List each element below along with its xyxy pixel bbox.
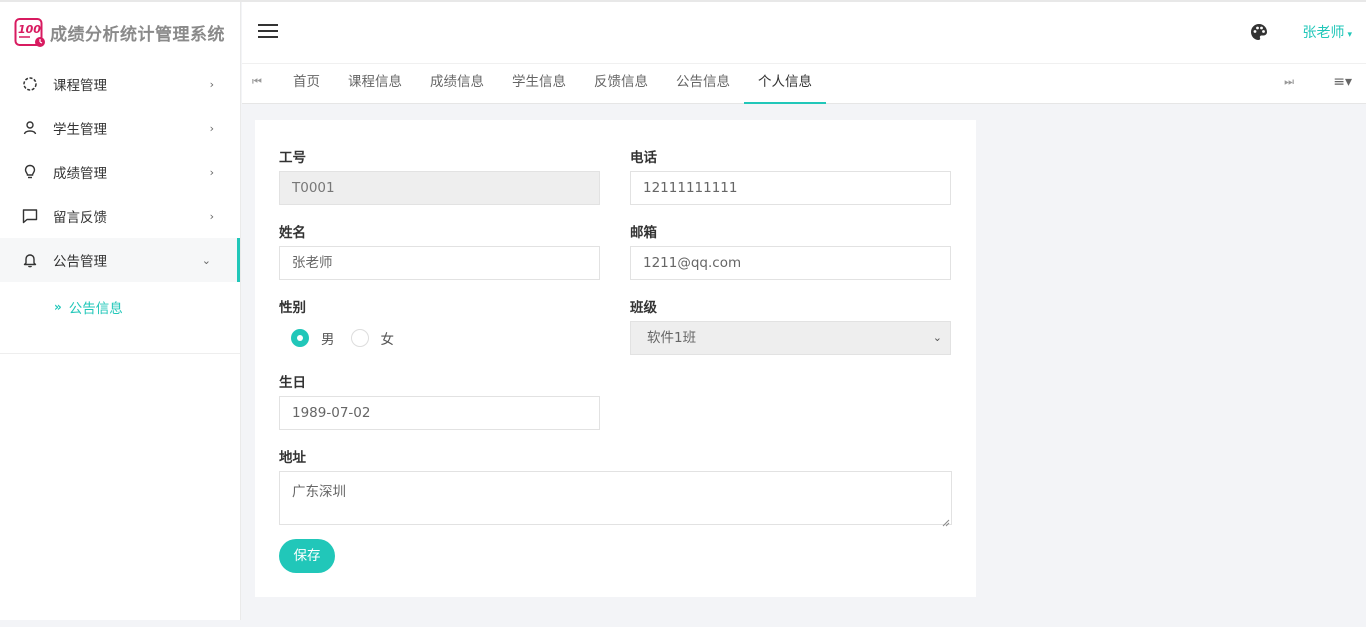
- email-label: 邮箱: [630, 225, 657, 241]
- address-textarea[interactable]: 广东深圳: [279, 471, 952, 527]
- id-input[interactable]: T0001: [279, 171, 600, 205]
- user-name: 张老师: [1302, 25, 1345, 41]
- class-select[interactable]: 软件1班 ⌄: [630, 321, 951, 355]
- chevron-right-icon: ›: [209, 165, 214, 179]
- tab-notice-info[interactable]: 公告信息: [662, 64, 744, 104]
- message-icon: [22, 208, 38, 224]
- sidebar-item-label: 课程管理: [53, 78, 107, 94]
- email-input[interactable]: 1211@qq.com: [630, 246, 951, 280]
- chevron-right-icon: ›: [209, 209, 214, 223]
- gender-radio-male[interactable]: 男: [291, 328, 335, 348]
- radio-checked-icon: [291, 329, 309, 347]
- email-field-group: 邮箱 1211@qq.com: [630, 221, 951, 280]
- save-button[interactable]: 保存: [279, 539, 335, 573]
- sidebar-item-course[interactable]: 课程管理 ›: [0, 62, 240, 106]
- phone-label: 电话: [630, 150, 657, 166]
- svg-text:100: 100: [18, 23, 41, 36]
- tab-feedback-info[interactable]: 反馈信息: [580, 64, 662, 104]
- birthday-field-group: 生日 1989-07-02: [279, 371, 600, 430]
- phone-input[interactable]: 12111111111: [630, 171, 951, 205]
- sidebar-subitem-label: 公告信息: [68, 301, 123, 317]
- gender-label: 性别: [279, 300, 306, 316]
- sidebar-item-students[interactable]: 学生管理 ›: [0, 106, 240, 150]
- tab-student-info[interactable]: 学生信息: [498, 64, 580, 104]
- birthday-label: 生日: [279, 375, 306, 391]
- tab-home[interactable]: 首页: [279, 64, 334, 104]
- chevron-right-icon: ›: [209, 77, 214, 91]
- user-menu[interactable]: 张老师 ▾: [1302, 22, 1352, 42]
- class-field-group: 班级 软件1班 ⌄: [630, 296, 951, 355]
- radio-label: 男: [321, 332, 335, 348]
- address-label: 地址: [279, 450, 306, 466]
- sidebar-item-label: 公告管理: [53, 254, 107, 270]
- address-field-group: 地址 广东深圳: [279, 446, 952, 527]
- tabs-bar: ⏮ 首页 课程信息 成绩信息 学生信息 反馈信息 公告信息 个人信息 ⏭ ≡▾: [242, 63, 1366, 104]
- user-icon: [22, 120, 38, 136]
- name-input[interactable]: 张老师: [279, 246, 600, 280]
- score-100-logo-icon: 100: [14, 16, 46, 48]
- bell-icon: [22, 252, 38, 268]
- lightbulb-icon: [22, 164, 38, 180]
- sidebar-subitem-notice-info[interactable]: » 公告信息: [54, 297, 240, 317]
- id-field-group: 工号 T0001: [279, 146, 600, 205]
- double-chevron-icon: »: [54, 300, 62, 314]
- sidebar-item-feedback[interactable]: 留言反馈 ›: [0, 194, 240, 238]
- caret-down-icon: ▾: [1347, 30, 1352, 40]
- tab-scroll-right-icon[interactable]: ⏭: [1284, 75, 1294, 89]
- tab-score-info[interactable]: 成绩信息: [416, 64, 498, 104]
- sidebar: 100 成绩分析统计管理系统 课程管理 › 学生管理 › 成绩管理 › 留言反馈…: [0, 2, 241, 620]
- tab-scroll-left-icon[interactable]: ⏮: [252, 75, 262, 89]
- radio-label: 女: [380, 332, 395, 348]
- tab-options-icon[interactable]: ≡▾: [1333, 74, 1352, 90]
- id-label: 工号: [279, 150, 306, 166]
- palette-icon[interactable]: [1250, 23, 1268, 41]
- app-title: 成绩分析统计管理系统: [50, 24, 225, 45]
- chevron-down-icon: ⌄: [932, 331, 942, 344]
- submenu: » 公告信息: [0, 282, 240, 354]
- sidebar-item-notices[interactable]: 公告管理 ⌄: [0, 238, 240, 282]
- gender-radio-female[interactable]: 女: [350, 328, 395, 348]
- logo[interactable]: 100 成绩分析统计管理系统: [0, 2, 240, 62]
- resize-handle-icon[interactable]: [942, 515, 950, 527]
- name-field-group: 姓名 张老师: [279, 221, 600, 280]
- chevron-right-icon: ›: [209, 121, 214, 135]
- radio-unchecked-icon: [350, 329, 369, 347]
- class-label: 班级: [630, 300, 657, 316]
- address-value: 广东深圳: [292, 484, 346, 500]
- tab-list: 首页 课程信息 成绩信息 学生信息 反馈信息 公告信息 个人信息: [279, 64, 826, 104]
- sidebar-item-label: 留言反馈: [53, 210, 107, 226]
- top-header: 张老师 ▾: [242, 2, 1366, 63]
- tab-personal-info[interactable]: 个人信息: [744, 64, 826, 104]
- tab-course-info[interactable]: 课程信息: [334, 64, 416, 104]
- sidebar-item-scores[interactable]: 成绩管理 ›: [0, 150, 240, 194]
- circle-icon: [22, 76, 38, 92]
- profile-form-card: 工号 T0001 电话 12111111111 姓名 张老师 邮箱 1211@q…: [255, 120, 976, 597]
- phone-field-group: 电话 12111111111: [630, 146, 951, 205]
- sidebar-item-label: 学生管理: [53, 122, 107, 138]
- chevron-down-icon: ⌄: [201, 253, 211, 267]
- sidebar-item-label: 成绩管理: [53, 166, 107, 182]
- name-label: 姓名: [279, 225, 306, 241]
- gender-field-group: 性别 男 女: [279, 296, 410, 355]
- class-select-value: 软件1班: [647, 330, 697, 346]
- birthday-input[interactable]: 1989-07-02: [279, 396, 600, 430]
- hamburger-menu-icon[interactable]: [258, 24, 278, 40]
- gender-radio-group: 男 女: [279, 321, 410, 355]
